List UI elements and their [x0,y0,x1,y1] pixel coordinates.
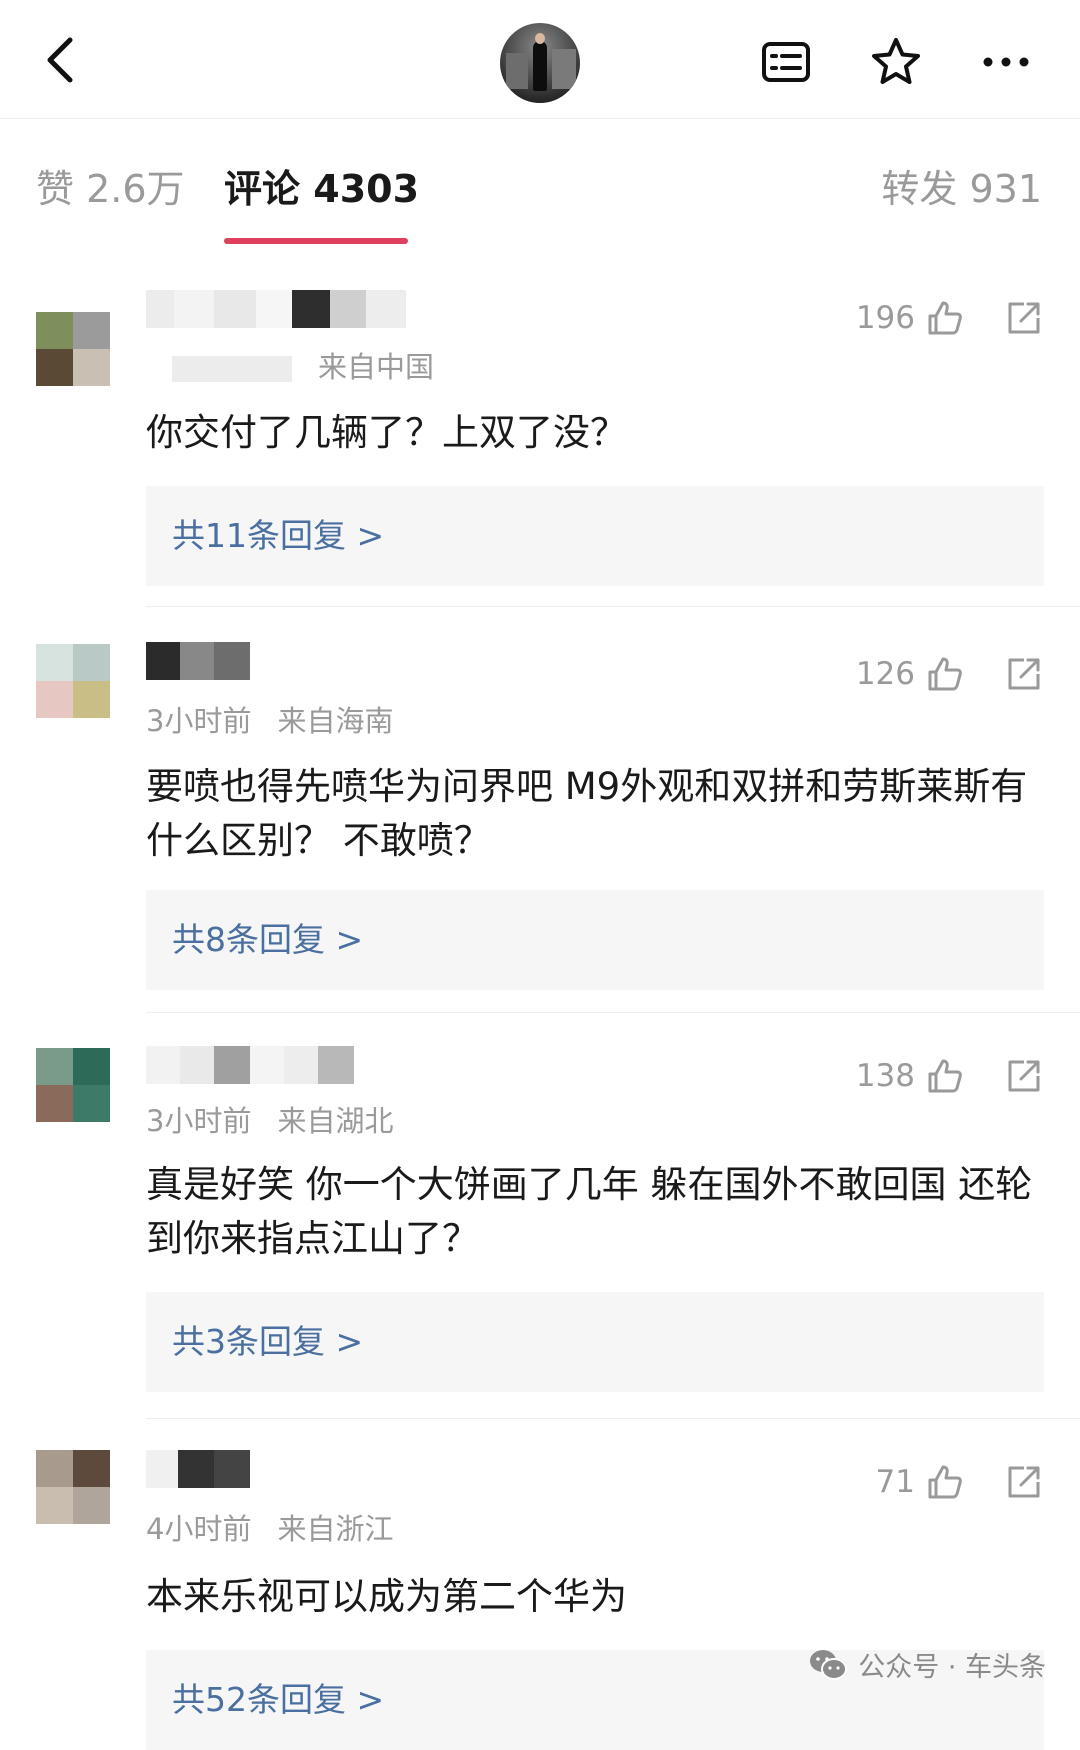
thumbs-up-icon [928,301,962,335]
comment-time: 3小时前 [146,1104,252,1138]
comment-meta: 3小时前 来自湖北 [146,1098,393,1140]
tab-likes-count: 2.6万 [86,167,185,211]
tab-shares-count: 931 [969,167,1042,211]
comment-location: 来自浙江 [277,1512,394,1546]
comment-location: 来自湖北 [277,1104,394,1138]
comment-location: 来自中国 [318,350,435,384]
comment-time: 4小时前 [146,1512,252,1546]
list-icon [762,42,810,82]
like-count: 126 [855,656,915,692]
like-count: 138 [855,1058,915,1094]
like-button[interactable]: 138 [856,1056,965,1096]
thumbs-up-icon [928,657,962,691]
wechat-icon [810,1649,848,1680]
share-comment-button[interactable] [1004,1462,1044,1502]
tab-comments[interactable]: 评论 4303 [224,158,419,213]
tab-shares-label: 转发 [881,167,958,211]
tab-comments-label: 评论 [224,167,301,211]
back-button[interactable] [30,28,94,92]
comment-text: 你交付了几辆了？上双了没？ [146,411,627,454]
comment-divider [146,606,1080,607]
commenter-avatar[interactable] [36,1450,110,1524]
commenter-name-blurred[interactable] [146,1046,354,1084]
more-button[interactable] [978,34,1034,90]
like-count: 196 [855,300,915,336]
share-icon [1008,1060,1040,1092]
tab-shares[interactable]: 转发 931 [881,158,1042,213]
comment-divider [146,1418,1080,1419]
commenter-name-blurred[interactable] [146,1450,250,1488]
share-icon [1008,1466,1040,1498]
comment-meta: 4小时前 来自浙江 [146,1506,393,1548]
comment-time-blurred [172,356,292,382]
view-replies-link[interactable]: 共8条回复 > [146,890,1044,990]
favorite-button[interactable] [868,34,924,90]
comment-text: 要喷也得先喷华为问界吧 M9外观和双拼和劳斯莱斯有什么区别？ 不敢喷？ [146,765,1028,862]
star-icon [872,38,920,84]
more-dots-icon [983,57,1029,67]
list-button[interactable] [758,34,814,90]
like-button[interactable]: 126 [856,654,965,694]
view-replies-link[interactable]: 共3条回复 > [146,1292,1044,1392]
commenter-name-blurred[interactable] [146,290,406,328]
chevron-left-icon [47,37,73,83]
comment-divider [146,1012,1080,1013]
comment-text: 本来乐视可以成为第二个华为 [146,1575,627,1618]
tab-comments-count: 4303 [313,167,420,211]
like-button[interactable]: 196 [856,298,965,338]
commenter-avatar[interactable] [36,1048,110,1122]
tab-likes-label: 赞 [36,167,75,211]
top-bar [0,0,1080,119]
thumbs-up-icon [928,1465,962,1499]
comment-time: 3小时前 [146,704,252,738]
tab-bar: 赞 2.6万 评论 4303 转发 931 [0,118,1080,246]
commenter-avatar[interactable] [36,312,110,386]
commenter-avatar[interactable] [36,644,110,718]
wechat-watermark: 公众号 · 车头条 [808,1645,1046,1684]
like-count: 71 [875,1464,915,1500]
active-tab-indicator [224,238,408,244]
comment-text: 真是好笑 你一个大饼画了几年 躲在国外不敢回国 还轮到你来指点江山了？ [146,1163,1033,1260]
share-comment-button[interactable] [1004,654,1044,694]
thumbs-up-icon [928,1059,962,1093]
share-icon [1008,302,1040,334]
comment-meta: 来自中国 [146,344,434,386]
share-icon [1008,658,1040,690]
comment-location: 来自海南 [277,704,394,738]
author-avatar[interactable] [500,23,580,103]
like-button[interactable]: 71 [876,1462,965,1502]
share-comment-button[interactable] [1004,1056,1044,1096]
commenter-name-blurred[interactable] [146,642,250,680]
tab-likes[interactable]: 赞 2.6万 [36,158,185,213]
share-comment-button[interactable] [1004,298,1044,338]
comment-meta: 3小时前 来自海南 [146,698,393,740]
watermark-text: 公众号 · 车头条 [858,1652,1046,1683]
view-replies-link[interactable]: 共11条回复 > [146,486,1044,586]
